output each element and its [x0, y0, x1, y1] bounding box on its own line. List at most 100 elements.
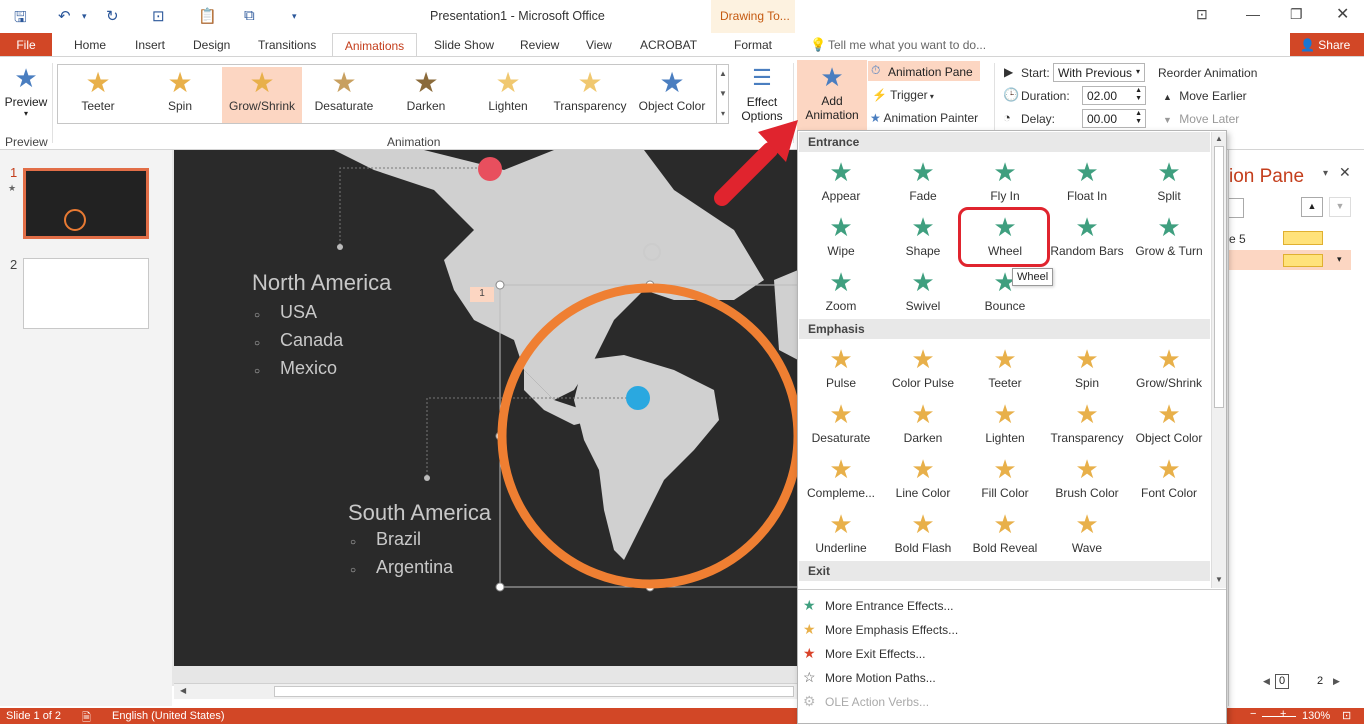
fit-slide-icon[interactable]: ⊡ [1342, 709, 1351, 722]
gallery-teeter[interactable]: ★ Teeter [58, 67, 138, 123]
save-icon[interactable]: 🖫 [14, 7, 27, 32]
restore-icon[interactable]: ❐ [1290, 6, 1303, 23]
gallery-object-color[interactable]: ★ Object Color [632, 67, 712, 123]
gallery-desaturate[interactable]: ★ Desaturate [304, 67, 384, 123]
effect-zoom[interactable]: ★ Zoom [800, 265, 882, 319]
more-exit-effects[interactable]: ★ More Exit Effects... [803, 645, 925, 662]
share-button[interactable]: 👤 Share [1290, 33, 1364, 56]
ole-action-verbs[interactable]: ⚙ OLE Action Verbs... [803, 693, 929, 710]
tab-design[interactable]: Design [193, 38, 230, 52]
paste-icon[interactable]: 📋 [198, 7, 217, 25]
pane-options-icon[interactable]: ▾ [1323, 168, 1328, 179]
effect-line-color[interactable]: ★ Line Color [882, 452, 964, 506]
effect-brush-color[interactable]: ★ Brush Color [1046, 452, 1128, 506]
effect-font-color[interactable]: ★ Font Color [1128, 452, 1210, 506]
effect-desaturate[interactable]: ★ Desaturate [800, 397, 882, 451]
effect-appear[interactable]: ★ Appear [800, 155, 882, 209]
effect-grow-shrink[interactable]: ★ Grow/Shrink [1128, 342, 1210, 396]
trigger-button[interactable]: ⚡ Trigger ▾ [872, 88, 934, 102]
scroll-thumb[interactable] [274, 686, 794, 697]
duration-input[interactable]: 02.00 ▲ ▼ [1082, 86, 1146, 105]
tab-insert[interactable]: Insert [135, 38, 165, 52]
duration-spinner-icon[interactable]: ▲ ▼ [1135, 87, 1142, 103]
gallery-darken[interactable]: ★ Darken [386, 67, 466, 123]
slide-thumbnail-1[interactable] [23, 168, 149, 239]
pane-item-1-label[interactable]: e 5 [1229, 232, 1246, 246]
zoom-in-icon[interactable]: + [1280, 708, 1286, 720]
tab-file[interactable]: File [0, 33, 52, 56]
tab-review[interactable]: Review [520, 38, 559, 52]
move-down-button[interactable]: ▼ [1329, 197, 1351, 217]
spelling-icon[interactable]: 🗎 [82, 709, 91, 724]
scroll-left-icon[interactable]: ◀ [180, 686, 186, 695]
tab-transitions[interactable]: Transitions [258, 38, 316, 52]
more-motion-paths[interactable]: ☆ More Motion Paths... [803, 669, 936, 686]
move-up-button[interactable]: ▲ [1301, 197, 1323, 217]
tab-animations[interactable]: Animations [332, 33, 417, 57]
zoom-slider[interactable] [1262, 716, 1296, 717]
effect-object-color[interactable]: ★ Object Color [1128, 397, 1210, 451]
dropdown-scrollbar[interactable]: ▲ ▼ [1211, 132, 1226, 588]
effect-transparency[interactable]: ★ Transparency [1046, 397, 1128, 451]
effect-bold-flash[interactable]: ★ Bold Flash [882, 507, 964, 561]
delay-input[interactable]: 00.00 ▲ ▼ [1082, 109, 1146, 128]
move-earlier-button[interactable]: ▲ Move Earlier [1163, 89, 1247, 103]
scroll-down-icon[interactable]: ▼ [1215, 575, 1223, 584]
preview-button[interactable]: ★ Preview ▾ [4, 61, 48, 131]
animation-order-tag[interactable]: 1 [470, 287, 494, 302]
copy-icon[interactable]: ⧉ [244, 7, 255, 24]
tab-format[interactable]: Format [734, 38, 772, 52]
animation-painter-button[interactable]: ★ Animation Painter [870, 111, 978, 125]
start-from-beginning-icon[interactable]: ⊡ [152, 7, 165, 25]
customize-qat-icon[interactable]: ▾ [292, 11, 297, 22]
pager-current[interactable]: 0 [1275, 674, 1289, 689]
scroll-up-icon[interactable]: ▲ [1215, 134, 1223, 143]
gallery-transparency[interactable]: ★ Transparency [550, 67, 630, 123]
horizontal-scrollbar[interactable]: ◀ [174, 683, 798, 699]
effect-color-pulse[interactable]: ★ Color Pulse [882, 342, 964, 396]
effect-split[interactable]: ★ Split [1128, 155, 1210, 209]
pane-item-2[interactable]: ▾ [1229, 250, 1351, 270]
tab-slide-show[interactable]: Slide Show [434, 38, 494, 52]
more-entrance-effects[interactable]: ★ More Entrance Effects... [803, 597, 954, 614]
effect-spin[interactable]: ★ Spin [1046, 342, 1128, 396]
more-emphasis-effects[interactable]: ★ More Emphasis Effects... [803, 621, 958, 638]
tab-home[interactable]: Home [74, 38, 106, 52]
minimize-icon[interactable]: — [1246, 6, 1260, 22]
zoom-out-icon[interactable]: − [1250, 708, 1256, 720]
delay-spinner-icon[interactable]: ▲ ▼ [1135, 110, 1142, 126]
effect-random-bars[interactable]: ★ Random Bars [1046, 210, 1128, 264]
animation-pane-button[interactable]: ⏱ Animation Pane [868, 61, 980, 81]
play-button-partial[interactable] [1229, 198, 1244, 218]
slide-thumbnail-2[interactable] [23, 258, 149, 329]
effect-darken[interactable]: ★ Darken [882, 397, 964, 451]
language-label[interactable]: English (United States) [112, 710, 225, 722]
effect-fly-in[interactable]: ★ Fly In [964, 155, 1046, 209]
effect-shape[interactable]: ★ Shape [882, 210, 964, 264]
tab-view[interactable]: View [586, 38, 612, 52]
effect-compleme[interactable]: ★ Compleme... [800, 452, 882, 506]
gallery-lighten[interactable]: ★ Lighten [468, 67, 548, 123]
effect-fill-color[interactable]: ★ Fill Color [964, 452, 1046, 506]
effect-bold-reveal[interactable]: ★ Bold Reveal [964, 507, 1046, 561]
ribbon-display-icon[interactable]: ⊡ [1196, 6, 1208, 23]
pager-prev-icon[interactable]: ◀ [1263, 676, 1270, 687]
effect-wipe[interactable]: ★ Wipe [800, 210, 882, 264]
tab-acrobat[interactable]: ACROBAT [640, 38, 697, 52]
add-animation-button[interactable]: ★ Add Animation [797, 60, 867, 130]
effect-underline[interactable]: ★ Underline [800, 507, 882, 561]
move-later-button[interactable]: ▼ Move Later [1163, 112, 1239, 126]
close-icon[interactable]: ✕ [1336, 4, 1349, 24]
effect-pulse[interactable]: ★ Pulse [800, 342, 882, 396]
tell-me-input[interactable]: Tell me what you want to do... [828, 38, 986, 52]
effect-teeter[interactable]: ★ Teeter [964, 342, 1046, 396]
undo-dropdown-icon[interactable]: ▾ [82, 11, 87, 22]
redo-icon[interactable]: ↻ [106, 7, 119, 25]
slide-canvas[interactable]: North America ○ USA ○ Canada ○ Mexico South… [174, 150, 798, 666]
start-select[interactable]: With Previous ▾ [1053, 63, 1145, 82]
dropdown-scroll-thumb[interactable] [1214, 146, 1224, 408]
effect-float-in[interactable]: ★ Float In [1046, 155, 1128, 209]
zoom-level[interactable]: 130% [1302, 710, 1330, 722]
pane-item-2-dropdown-icon[interactable]: ▾ [1337, 254, 1342, 265]
undo-icon[interactable]: ↶ [58, 7, 71, 25]
